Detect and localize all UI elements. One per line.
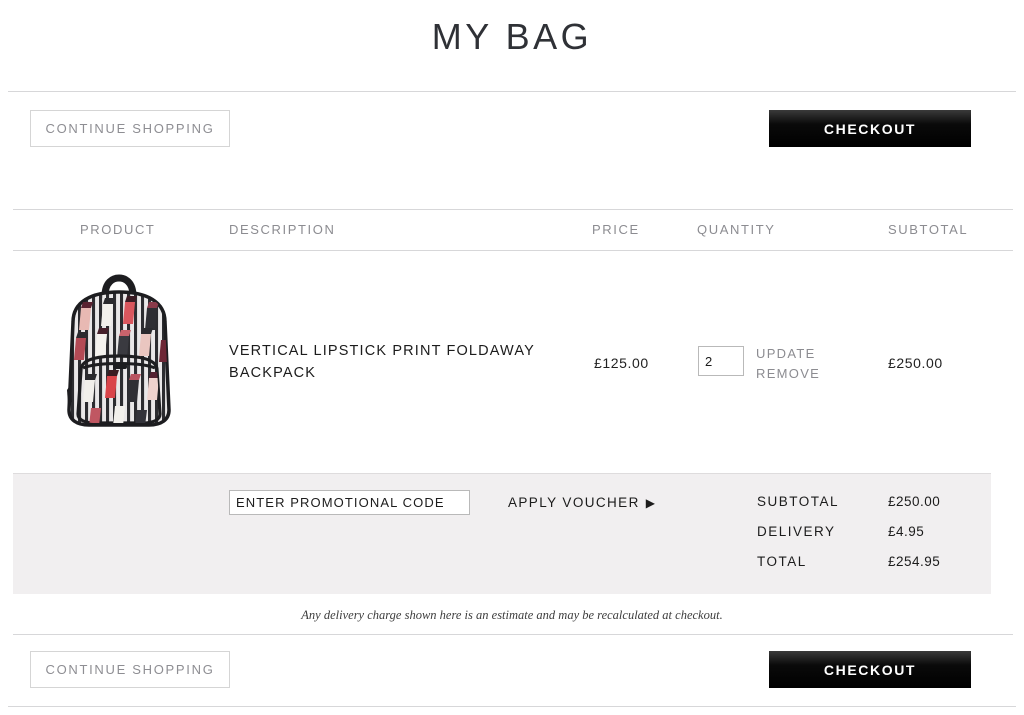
apply-voucher-button[interactable]: APPLY VOUCHER ▶ xyxy=(508,495,656,510)
page-title: MY BAG xyxy=(431,16,593,57)
column-header-subtotal: SUBTOTAL xyxy=(888,222,969,237)
totals-value: £254.95 xyxy=(888,554,941,569)
quantity-actions: UPDATE REMOVE xyxy=(756,344,820,384)
divider-note-bottom xyxy=(13,634,1013,635)
column-header-product: PRODUCT xyxy=(80,222,156,237)
totals-row-total: TOTAL £254.95 xyxy=(757,554,977,584)
apply-voucher-label: APPLY VOUCHER xyxy=(508,495,640,510)
totals-row-delivery: DELIVERY £4.95 xyxy=(757,524,977,554)
continue-shopping-button-top[interactable]: CONTINUE SHOPPING xyxy=(30,110,230,147)
divider-table-header-top xyxy=(13,209,1013,210)
totals-value: £250.00 xyxy=(888,494,941,509)
quantity-input[interactable] xyxy=(698,346,744,376)
product-image[interactable] xyxy=(29,268,210,448)
remove-link[interactable]: REMOVE xyxy=(756,364,820,384)
product-price: £125.00 xyxy=(594,355,649,371)
totals-value: £4.95 xyxy=(888,524,925,539)
totals-label: SUBTOTAL xyxy=(757,494,840,509)
product-name[interactable]: VERTICAL LIPSTICK PRINT FOLDAWAY BACKPAC… xyxy=(229,340,579,384)
totals-list: SUBTOTAL £250.00 DELIVERY £4.95 TOTAL £2… xyxy=(757,494,977,584)
checkout-button-top[interactable]: CHECKOUT xyxy=(769,110,971,147)
totals-label: TOTAL xyxy=(757,554,807,569)
column-header-quantity: QUANTITY xyxy=(697,222,776,237)
delivery-estimate-note: Any delivery charge shown here is an est… xyxy=(301,608,723,622)
continue-shopping-button-bottom[interactable]: CONTINUE SHOPPING xyxy=(30,651,230,688)
divider-top xyxy=(8,91,1016,92)
play-triangle-icon: ▶ xyxy=(645,496,657,510)
divider-bottom xyxy=(8,706,1016,707)
promo-code-input[interactable] xyxy=(229,490,470,515)
update-link[interactable]: UPDATE xyxy=(756,344,820,364)
totals-row-subtotal: SUBTOTAL £250.00 xyxy=(757,494,977,524)
my-bag-page: MY BAG CONTINUE SHOPPING CHECKOUT PRODUC… xyxy=(0,0,1024,715)
totals-label: DELIVERY xyxy=(757,524,836,539)
column-header-price: PRICE xyxy=(592,222,640,237)
line-item-subtotal: £250.00 xyxy=(888,355,943,371)
divider-table-header-bottom xyxy=(13,250,1013,251)
checkout-button-bottom[interactable]: CHECKOUT xyxy=(769,651,971,688)
column-header-description: DESCRIPTION xyxy=(229,222,336,237)
